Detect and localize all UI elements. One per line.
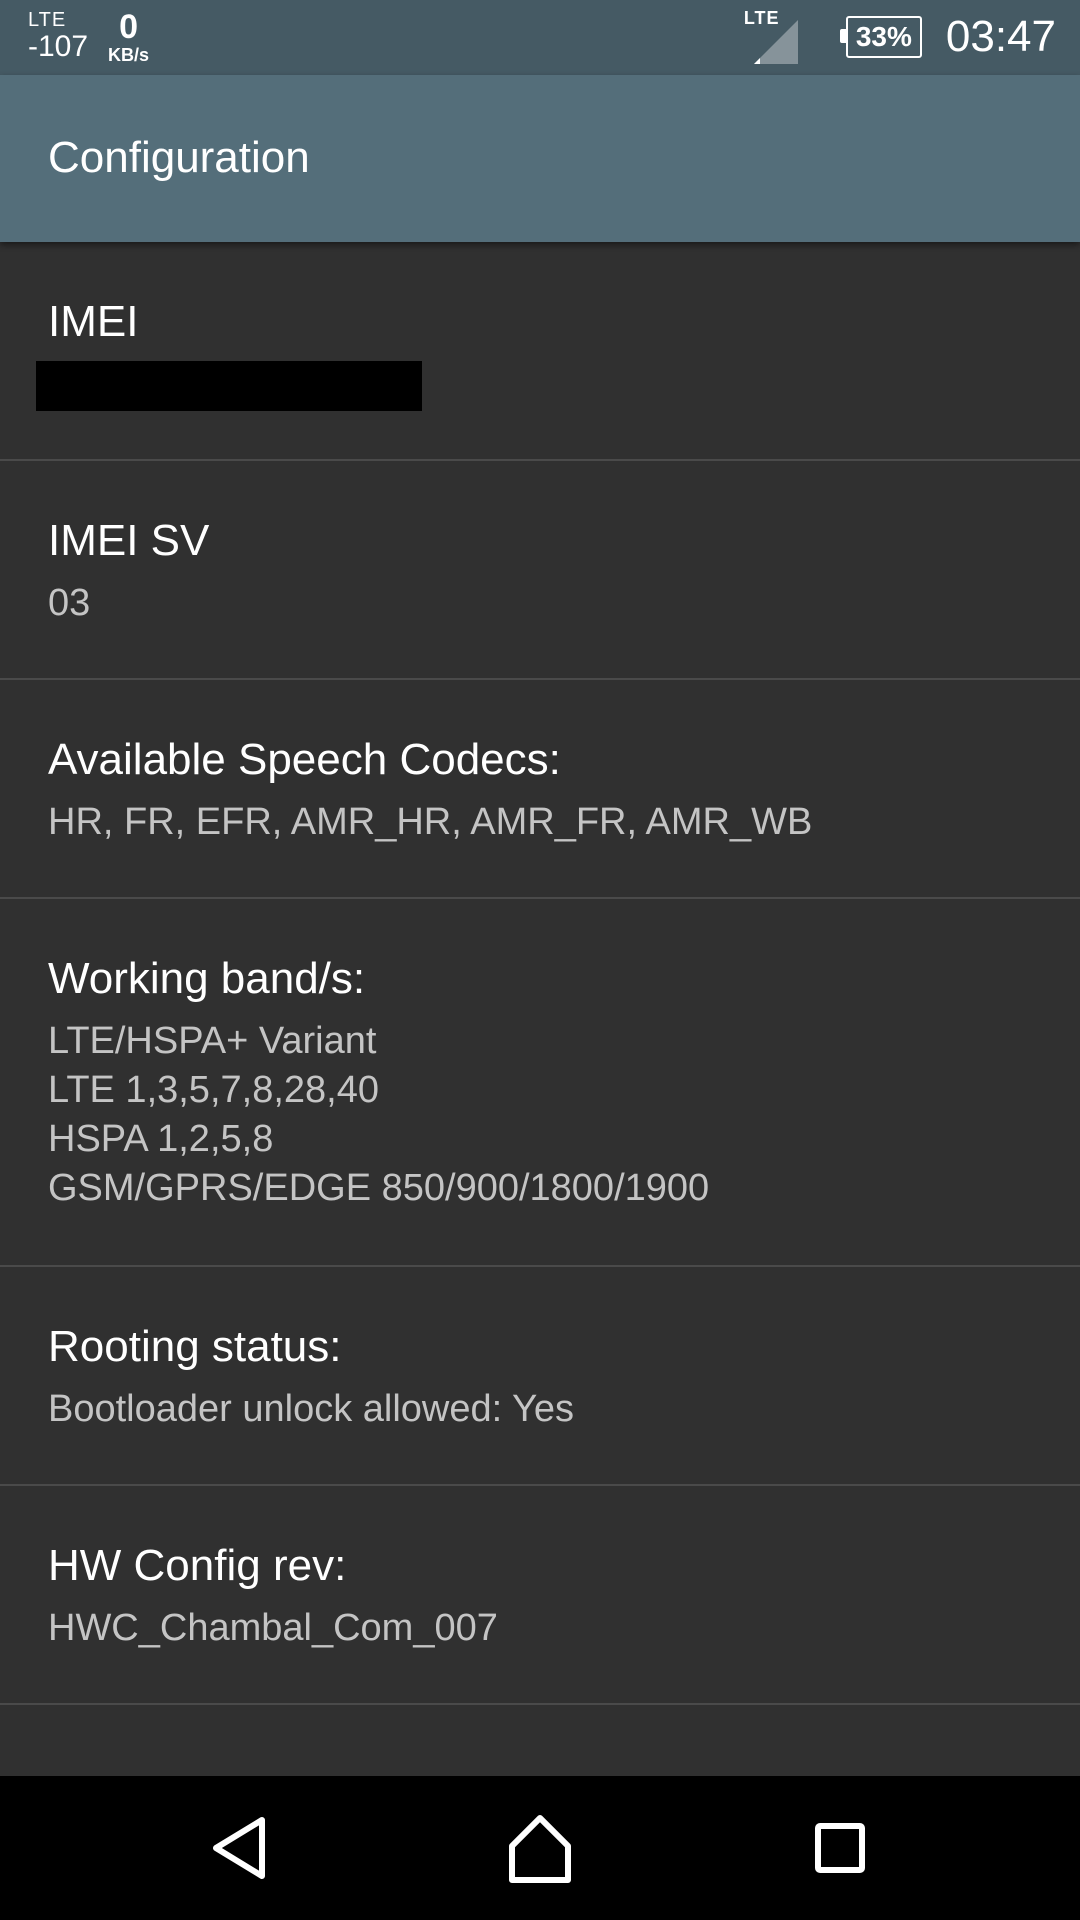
item-title: IMEI bbox=[48, 297, 139, 346]
back-button[interactable] bbox=[204, 1812, 276, 1884]
item-value: LTE/HSPA+ Variant LTE 1,3,5,7,8,28,40 HS… bbox=[48, 1017, 709, 1213]
navigation-bar bbox=[0, 1776, 1080, 1920]
config-list: IMEI IMEI SV 03 Available Speech Codecs:… bbox=[0, 242, 1080, 1705]
item-value: Bootloader unlock allowed: Yes bbox=[48, 1388, 575, 1430]
data-rate-indicator: 0 KB/s bbox=[108, 10, 149, 64]
status-bar: LTE -107 0 KB/s LTE 33% 03:47 bbox=[0, 0, 1080, 75]
data-rate-value: 0 bbox=[119, 8, 139, 46]
list-item-working-bands[interactable]: Working band/s: LTE/HSPA+ Variant LTE 1,… bbox=[0, 899, 1080, 1267]
item-title: Available Speech Codecs: bbox=[48, 735, 561, 784]
home-button[interactable] bbox=[504, 1812, 576, 1884]
page-title: Configuration bbox=[48, 133, 310, 182]
band-line: HSPA 1,2,5,8 bbox=[48, 1118, 274, 1160]
data-rate-unit: KB/s bbox=[108, 45, 150, 65]
item-value: 03 bbox=[48, 582, 91, 624]
recents-button[interactable] bbox=[804, 1812, 876, 1884]
item-title: Rooting status: bbox=[48, 1322, 342, 1371]
back-icon bbox=[213, 1817, 265, 1879]
item-title: Working band/s: bbox=[48, 954, 366, 1003]
app-bar: Configuration bbox=[0, 75, 1080, 242]
band-line: GSM/GPRS/EDGE 850/900/1800/1900 bbox=[48, 1167, 710, 1209]
clock: 03:47 bbox=[945, 12, 1056, 61]
band-line: LTE/HSPA+ Variant bbox=[48, 1020, 377, 1062]
list-item-hw-config-rev[interactable]: HW Config rev: HWC_Chambal_Com_007 bbox=[0, 1486, 1080, 1705]
battery-icon: 33% bbox=[839, 16, 922, 58]
item-value: HWC_Chambal_Com_007 bbox=[48, 1607, 498, 1649]
list-item-imei-sv[interactable]: IMEI SV 03 bbox=[0, 461, 1080, 680]
status-left: LTE -107 0 KB/s bbox=[28, 10, 149, 64]
redacted-value bbox=[36, 361, 422, 411]
item-title: HW Config rev: bbox=[48, 1541, 347, 1590]
list-item-imei[interactable]: IMEI bbox=[0, 242, 1080, 461]
recents-icon bbox=[815, 1823, 865, 1873]
signal-strength-dbm: -107 bbox=[28, 30, 89, 63]
band-line: LTE 1,3,5,7,8,28,40 bbox=[48, 1069, 379, 1111]
battery-level: 33% bbox=[855, 21, 912, 52]
home-icon bbox=[509, 1815, 571, 1883]
signal-icon: LTE bbox=[744, 8, 804, 64]
item-title: IMEI SV bbox=[48, 516, 210, 565]
list-item-speech-codecs[interactable]: Available Speech Codecs: HR, FR, EFR, AM… bbox=[0, 680, 1080, 899]
network-indicator: LTE -107 bbox=[28, 10, 88, 62]
status-right: LTE 33% 03:47 bbox=[744, 8, 1056, 64]
list-item-rooting-status[interactable]: Rooting status: Bootloader unlock allowe… bbox=[0, 1267, 1080, 1486]
network-type: LTE bbox=[28, 9, 67, 31]
item-value: HR, FR, EFR, AMR_HR, AMR_FR, AMR_WB bbox=[48, 801, 813, 843]
